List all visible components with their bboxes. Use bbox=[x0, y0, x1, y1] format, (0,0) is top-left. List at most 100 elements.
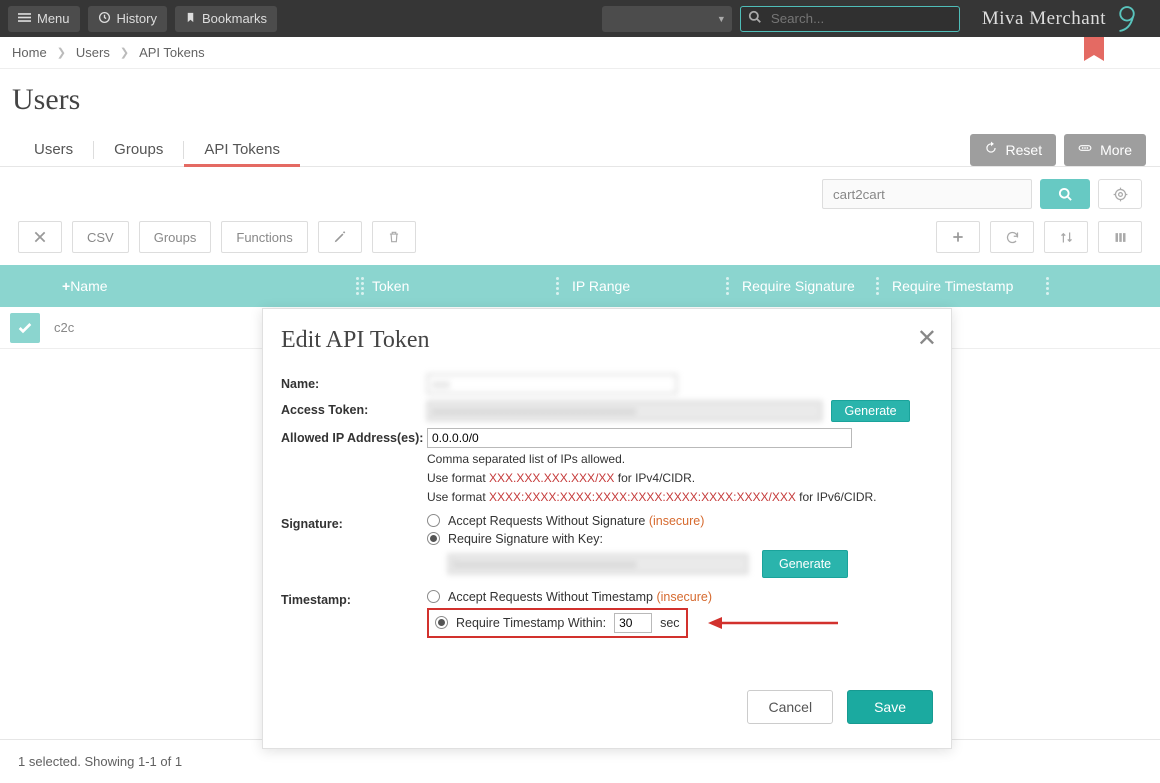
refresh-list-button[interactable] bbox=[990, 221, 1034, 253]
bookmarks-button[interactable]: Bookmarks bbox=[175, 6, 277, 32]
columns-icon bbox=[1113, 230, 1128, 245]
ellipsis-icon bbox=[1078, 141, 1092, 158]
search-icon bbox=[748, 10, 762, 27]
clock-icon bbox=[98, 11, 111, 27]
signature-radio-require[interactable] bbox=[427, 532, 440, 545]
tab-api-tokens[interactable]: API Tokens bbox=[184, 133, 300, 166]
signature-accept-label: Accept Requests Without Signature (insec… bbox=[448, 514, 704, 528]
generate-signature-key-button[interactable]: Generate bbox=[762, 550, 848, 578]
brand-nine-icon bbox=[1112, 4, 1142, 34]
plus-icon bbox=[951, 230, 965, 244]
menu-label: Menu bbox=[37, 11, 70, 26]
filter-input[interactable] bbox=[822, 179, 1032, 209]
close-icon: ✕ bbox=[917, 325, 937, 352]
sort-button[interactable] bbox=[1044, 221, 1088, 253]
topbar: Menu History Bookmarks ▼ Miva Merchant bbox=[0, 0, 1160, 37]
edit-button[interactable] bbox=[318, 221, 362, 253]
col-require-timestamp[interactable]: Require Timestamp bbox=[880, 278, 1050, 294]
global-search-input[interactable] bbox=[740, 6, 960, 32]
search-icon bbox=[1058, 187, 1073, 202]
timestamp-require-highlight: Require Timestamp Within: sec bbox=[427, 608, 688, 638]
timestamp-unit: sec bbox=[660, 616, 679, 630]
access-token-label: Access Token: bbox=[281, 400, 427, 417]
menu-button[interactable]: Menu bbox=[8, 6, 80, 32]
more-label: More bbox=[1100, 142, 1132, 158]
breadcrumb: Home ❯ Users ❯ API Tokens bbox=[0, 37, 1160, 69]
col-require-signature[interactable]: Require Signature bbox=[730, 278, 880, 294]
row-checkbox[interactable] bbox=[10, 313, 40, 343]
columns-button[interactable] bbox=[1098, 221, 1142, 253]
name-label: Name: bbox=[281, 374, 427, 391]
sort-icon bbox=[1059, 230, 1074, 245]
timestamp-require-label: Require Timestamp Within: bbox=[456, 616, 606, 630]
brand-logo: Miva Merchant bbox=[982, 4, 1142, 34]
signature-radio-accept[interactable] bbox=[427, 514, 440, 527]
col-ip-range[interactable]: IP Range bbox=[560, 278, 730, 294]
bookmark-ribbon-icon[interactable] bbox=[1084, 37, 1104, 55]
bookmark-icon bbox=[185, 11, 196, 27]
allowed-ip-input[interactable] bbox=[427, 428, 852, 448]
status-text: 1 selected. Showing 1-1 of 1 bbox=[18, 754, 182, 769]
page-title: Users bbox=[0, 69, 1160, 133]
generate-access-token-button[interactable]: Generate bbox=[831, 400, 909, 422]
refresh-icon bbox=[984, 141, 998, 158]
timestamp-accept-label: Accept Requests Without Timestamp (insec… bbox=[448, 590, 712, 604]
table-header: +Name Token IP Range Require Signature R… bbox=[0, 265, 1160, 307]
modal-close-button[interactable]: ✕ bbox=[917, 327, 937, 351]
reset-label: Reset bbox=[1006, 142, 1043, 158]
refresh-icon bbox=[1005, 230, 1020, 245]
col-name[interactable]: +Name bbox=[50, 278, 360, 294]
pencil-icon bbox=[333, 230, 347, 244]
timestamp-label: Timestamp: bbox=[281, 590, 427, 607]
target-icon bbox=[1113, 187, 1128, 202]
reset-button[interactable]: Reset bbox=[970, 134, 1057, 166]
col-token[interactable]: Token bbox=[360, 278, 560, 294]
signature-require-label: Require Signature with Key: bbox=[448, 532, 603, 546]
ip-hint-1: Comma separated list of IPs allowed. bbox=[427, 451, 933, 467]
history-label: History bbox=[117, 11, 157, 26]
close-icon bbox=[33, 230, 47, 244]
annotation-arrow-icon bbox=[708, 613, 838, 633]
filter-row bbox=[0, 167, 1160, 221]
history-button[interactable]: History bbox=[88, 6, 167, 32]
access-token-input[interactable] bbox=[427, 401, 822, 421]
bookmarks-label: Bookmarks bbox=[202, 11, 267, 26]
signature-key-input[interactable] bbox=[448, 554, 748, 574]
name-input[interactable] bbox=[427, 374, 677, 394]
timestamp-radio-accept[interactable] bbox=[427, 590, 440, 603]
ip-hint-3: Use format XXXX:XXXX:XXXX:XXXX:XXXX:XXXX… bbox=[427, 489, 933, 505]
filter-search-button[interactable] bbox=[1040, 179, 1090, 209]
action-row: CSV Groups Functions bbox=[0, 221, 1160, 265]
timestamp-seconds-input[interactable] bbox=[614, 613, 652, 633]
save-button[interactable]: Save bbox=[847, 690, 933, 724]
ip-hint-2: Use format XXX.XXX.XXX.XXX/XX for IPv4/C… bbox=[427, 470, 933, 486]
crumb-home[interactable]: Home bbox=[12, 45, 47, 60]
trash-icon bbox=[387, 230, 401, 244]
brand-text: Miva Merchant bbox=[982, 8, 1106, 30]
tab-users[interactable]: Users bbox=[14, 133, 93, 166]
tab-groups[interactable]: Groups bbox=[94, 133, 183, 166]
filter-settings-button[interactable] bbox=[1098, 179, 1142, 209]
allowed-ips-label: Allowed IP Address(es): bbox=[281, 428, 427, 445]
tabs: Users Groups API Tokens Reset More bbox=[0, 133, 1160, 167]
store-select[interactable]: ▼ bbox=[602, 6, 732, 32]
functions-button[interactable]: Functions bbox=[221, 221, 307, 253]
edit-api-token-modal: Edit API Token ✕ Name: Access Token: Gen… bbox=[262, 308, 952, 749]
add-button[interactable] bbox=[936, 221, 980, 253]
chevron-right-icon: ❯ bbox=[120, 46, 129, 59]
hamburger-icon bbox=[18, 11, 31, 27]
check-icon bbox=[17, 320, 33, 336]
chevron-down-icon: ▼ bbox=[717, 14, 726, 24]
groups-button[interactable]: Groups bbox=[139, 221, 212, 253]
chevron-right-icon: ❯ bbox=[57, 46, 66, 59]
more-button[interactable]: More bbox=[1064, 134, 1146, 166]
crumb-api-tokens[interactable]: API Tokens bbox=[139, 45, 205, 60]
close-selection-button[interactable] bbox=[18, 221, 62, 253]
signature-label: Signature: bbox=[281, 514, 427, 531]
modal-title: Edit API Token ✕ bbox=[263, 309, 951, 368]
timestamp-radio-require[interactable] bbox=[435, 616, 448, 629]
delete-button[interactable] bbox=[372, 221, 416, 253]
csv-button[interactable]: CSV bbox=[72, 221, 129, 253]
crumb-users[interactable]: Users bbox=[76, 45, 110, 60]
cancel-button[interactable]: Cancel bbox=[747, 690, 833, 724]
